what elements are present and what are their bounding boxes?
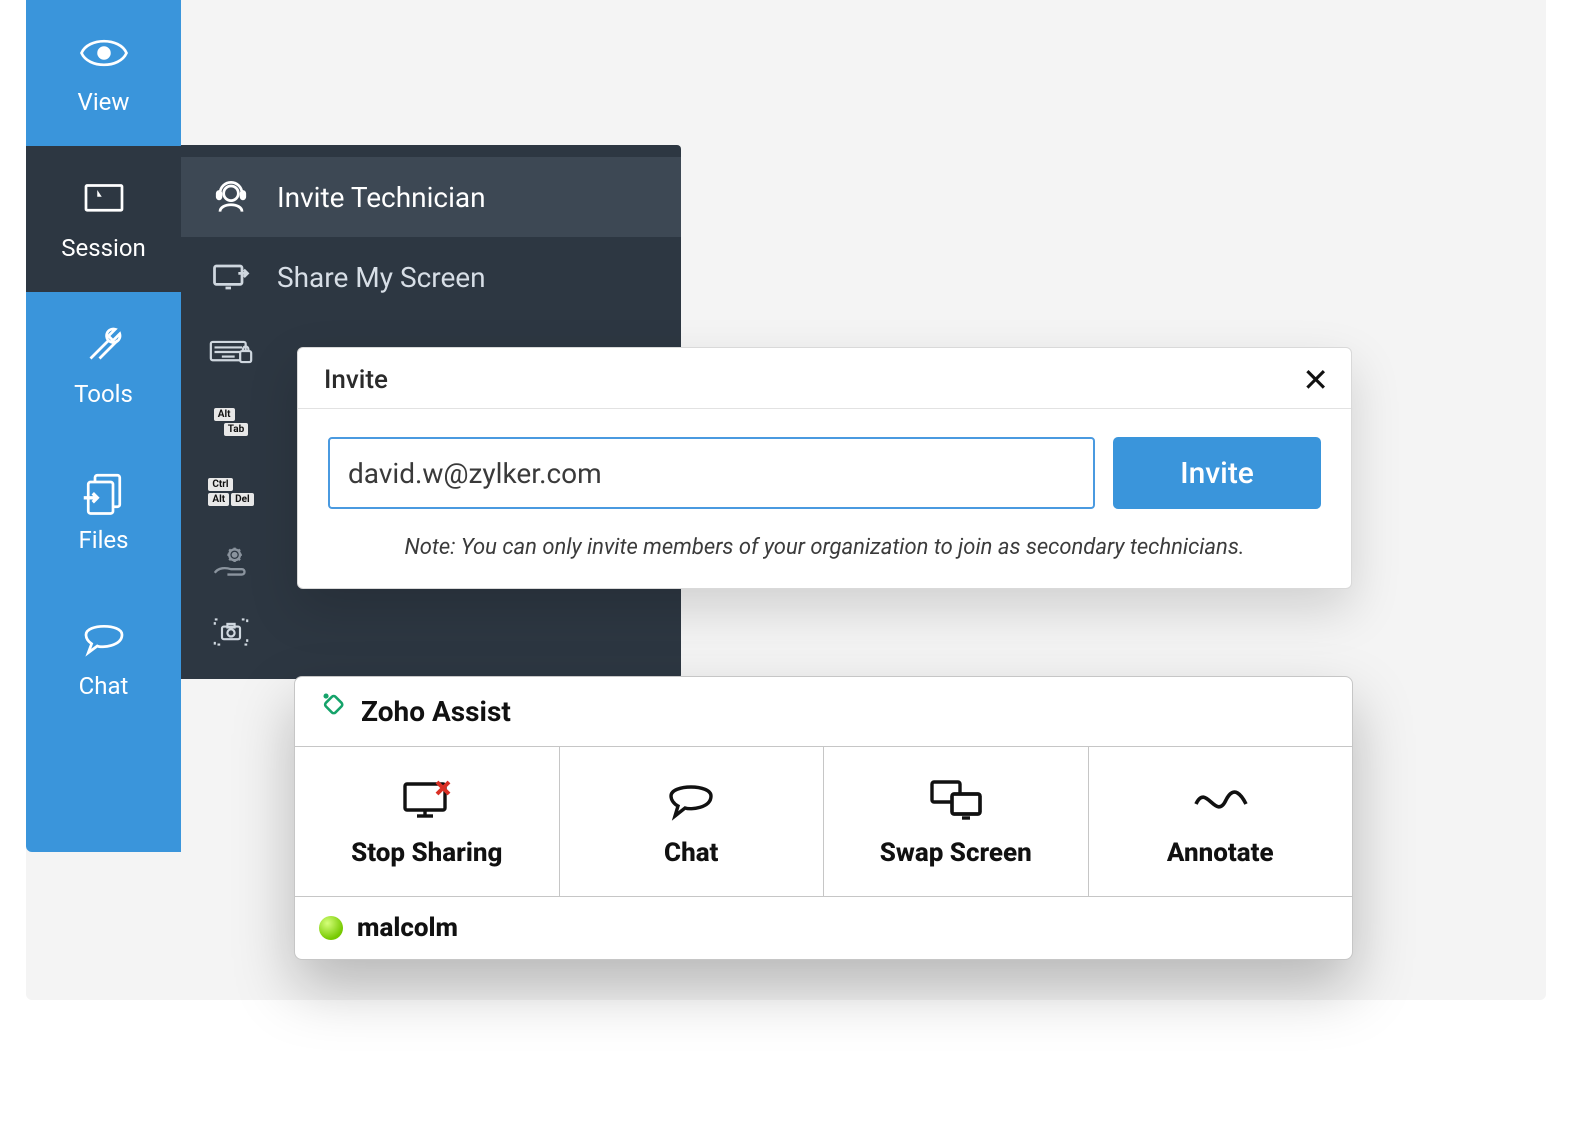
assist-logo-icon — [315, 691, 349, 732]
tools-icon — [77, 318, 131, 372]
invite-dialog: Invite ✕ Invite Note: You can only invit… — [297, 347, 1352, 589]
monitor-icon — [77, 172, 131, 226]
alt-tab-icon: Alt Tab — [203, 408, 259, 436]
sidebar-item-label: View — [78, 88, 130, 116]
invite-email-input[interactable] — [328, 437, 1095, 509]
share-screen-icon — [203, 255, 259, 299]
assist-panel: Zoho Assist Stop Sharing Chat Swap Scree… — [294, 676, 1353, 960]
swap-screen-icon — [926, 776, 986, 824]
keyboard-lock-icon — [203, 337, 259, 367]
sidebar-item-chat[interactable]: Chat — [26, 584, 181, 730]
assist-user-name: malcolm — [357, 913, 458, 943]
assist-stop-sharing[interactable]: Stop Sharing — [295, 747, 560, 896]
annotate-icon — [1190, 776, 1250, 824]
assist-annotate[interactable]: Annotate — [1089, 747, 1353, 896]
screenshot-icon — [203, 614, 259, 650]
assist-header: Zoho Assist — [295, 677, 1352, 747]
ctrl-alt-del-icon: Ctrl AltDel — [203, 478, 259, 506]
assist-action-label: Chat — [664, 838, 718, 868]
hand-gear-icon — [203, 544, 259, 580]
chat-bubble-icon — [77, 610, 131, 664]
sidebar-item-label: Tools — [74, 380, 133, 408]
headset-agent-icon — [203, 175, 259, 219]
sidebar-item-label: Chat — [79, 672, 129, 700]
files-icon — [77, 464, 131, 518]
assist-chat[interactable]: Chat — [560, 747, 825, 896]
sidebar: View Session Tools Files Chat — [26, 0, 181, 852]
assist-action-label: Stop Sharing — [351, 838, 502, 868]
invite-dialog-title: Invite — [324, 365, 388, 395]
presence-online-icon — [319, 916, 343, 940]
assist-footer: malcolm — [295, 897, 1352, 959]
submenu-screenshot[interactable] — [181, 597, 681, 667]
sidebar-item-label: Files — [78, 526, 128, 554]
assist-swap-screen[interactable]: Swap Screen — [824, 747, 1089, 896]
sidebar-item-view[interactable]: View — [26, 0, 181, 146]
submenu-item-label: Share My Screen — [277, 261, 486, 294]
chat-icon — [661, 776, 721, 824]
stop-sharing-icon — [397, 776, 457, 824]
invite-submit-button[interactable]: Invite — [1113, 437, 1321, 509]
submenu-share-screen[interactable]: Share My Screen — [181, 237, 681, 317]
invite-note: Note: You can only invite members of you… — [328, 535, 1321, 560]
assist-action-label: Swap Screen — [880, 838, 1032, 868]
sidebar-item-files[interactable]: Files — [26, 438, 181, 584]
close-icon[interactable]: ✕ — [1302, 364, 1329, 396]
sidebar-item-label: Session — [61, 234, 146, 262]
submenu-invite-technician[interactable]: Invite Technician — [181, 157, 681, 237]
sidebar-item-session[interactable]: Session — [26, 146, 181, 292]
eye-icon — [77, 26, 131, 80]
assist-title: Zoho Assist — [361, 695, 511, 728]
submenu-item-label: Invite Technician — [277, 181, 486, 214]
sidebar-item-tools[interactable]: Tools — [26, 292, 181, 438]
assist-action-label: Annotate — [1167, 838, 1274, 868]
